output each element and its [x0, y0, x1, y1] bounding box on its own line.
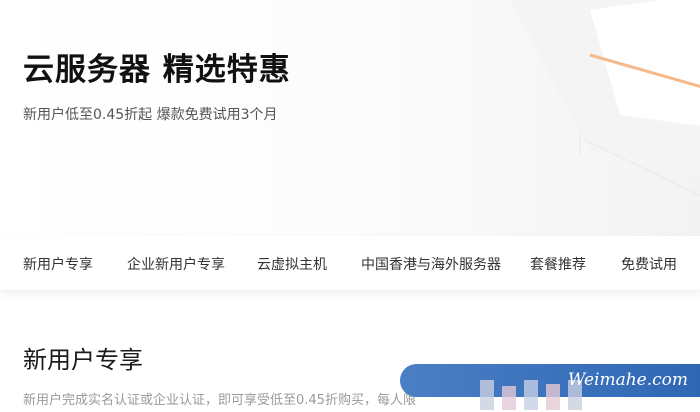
watermark-text: Weimahe.com — [567, 370, 688, 390]
section-description: 新用户完成实名认证或企业认证，即可享受低至0.45折购买，每人限 — [23, 393, 416, 408]
tab-nav: 新用户专享 企业新用户专享 云虚拟主机 中国香港与海外服务器 套餐推荐 免费试用 — [0, 236, 700, 291]
tab-hk-overseas-server[interactable]: 中国香港与海外服务器 — [361, 254, 501, 274]
tab-enterprise-new-user[interactable]: 企业新用户专享 — [127, 254, 225, 274]
watermark: Weimahe.com — [400, 364, 700, 412]
section-title: 新用户专享 — [23, 346, 143, 374]
tab-virtual-host[interactable]: 云虚拟主机 — [257, 254, 327, 274]
tab-free-trial[interactable]: 免费试用 — [621, 254, 677, 274]
hero-title: 云服务器 精选特惠 — [23, 52, 291, 88]
hero-illustration — [510, 0, 700, 197]
tab-new-user[interactable]: 新用户专享 — [23, 254, 93, 274]
tab-package-recommend[interactable]: 套餐推荐 — [530, 254, 586, 274]
hero-banner: 云服务器 精选特惠 新用户低至0.45折起 爆款免费试用3个月 — [0, 0, 700, 236]
hero-subtitle: 新用户低至0.45折起 爆款免费试用3个月 — [23, 107, 278, 123]
page: 云服务器 精选特惠 新用户低至0.45折起 爆款免费试用3个月 新用户专享 企业… — [0, 0, 700, 412]
